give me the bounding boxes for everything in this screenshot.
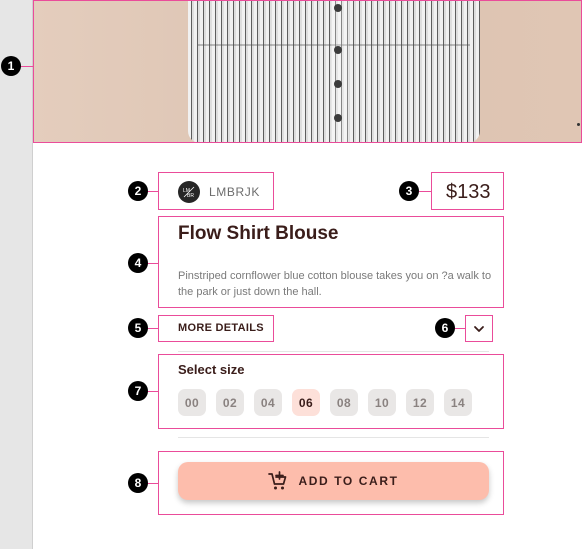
highlight-expand [465, 315, 493, 342]
highlight-price [431, 172, 504, 210]
annotation-marker-3: 3 [399, 181, 419, 201]
annotation-marker-1: 1 [1, 56, 21, 76]
annotation-connector [147, 263, 158, 264]
annotation-marker-5: 5 [128, 318, 148, 338]
annotation-connector [147, 483, 158, 484]
left-gutter [0, 0, 33, 549]
divider [178, 437, 489, 438]
highlight-size-selector [158, 354, 504, 429]
annotation-marker-4: 4 [128, 253, 148, 273]
annotation-connector [20, 66, 33, 67]
annotation-connector [147, 391, 158, 392]
annotation-marker-2: 2 [128, 181, 148, 201]
annotation-marker-6: 6 [435, 318, 455, 338]
annotation-connector [147, 328, 158, 329]
annotation-connector [147, 191, 158, 192]
divider [178, 351, 489, 352]
annotation-connector [455, 328, 465, 329]
annotation-marker-7: 7 [128, 381, 148, 401]
highlight-brand [158, 172, 274, 210]
highlight-hero [33, 0, 582, 143]
highlight-info [158, 216, 504, 308]
annotation-connector [419, 191, 431, 192]
highlight-more-details [158, 315, 274, 342]
highlight-cart [158, 451, 504, 515]
annotation-marker-8: 8 [128, 473, 148, 493]
